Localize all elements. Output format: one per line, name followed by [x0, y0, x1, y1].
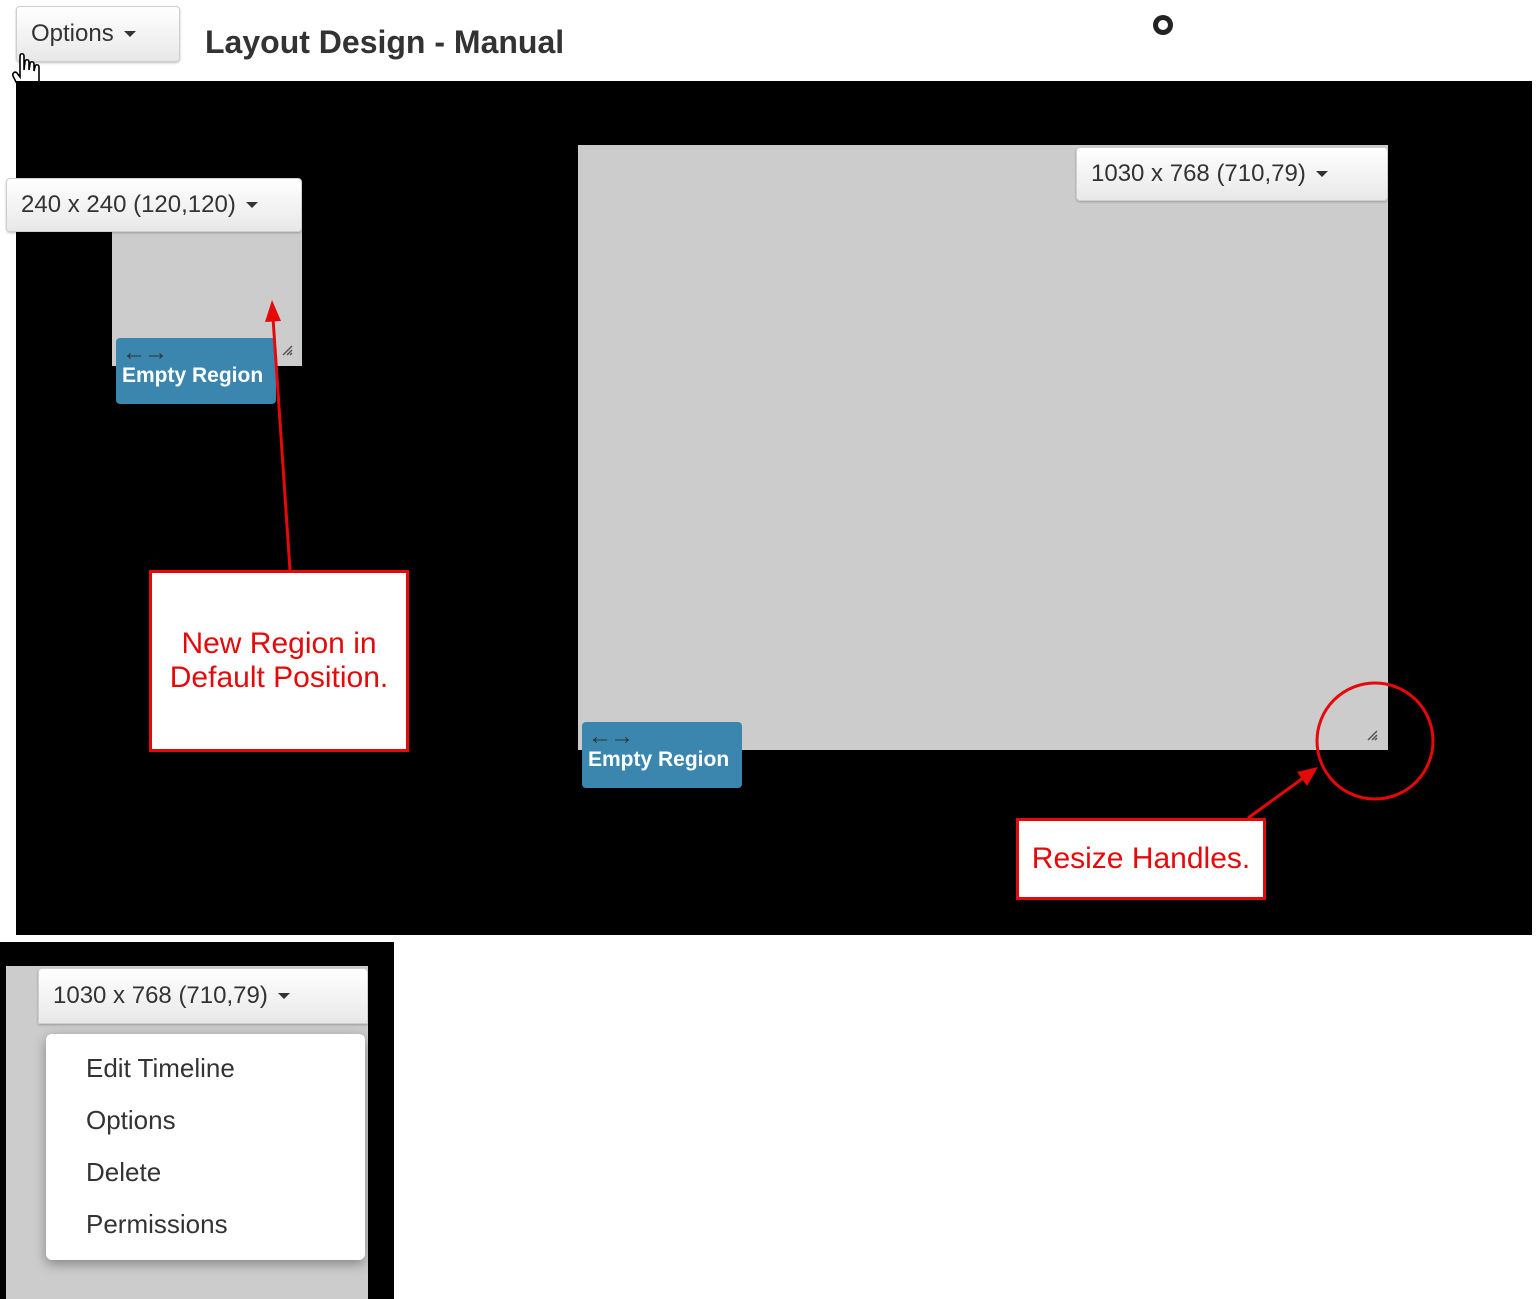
menu-item-edit-timeline[interactable]: Edit Timeline [46, 1042, 365, 1094]
arrowhead-icon [265, 300, 281, 322]
region-dropdown-menu: Edit Timeline Options Delete Permissions [46, 1034, 365, 1260]
menu-item-permissions[interactable]: Permissions [46, 1198, 365, 1250]
inset-dims-label: 1030 x 768 (710,79) [53, 982, 268, 1009]
menu-item-delete[interactable]: Delete [46, 1146, 365, 1198]
annotation-arrow-new-region [271, 317, 292, 571]
annotation-arrow-resize [1247, 774, 1307, 820]
chevron-down-icon [277, 993, 290, 999]
arrowhead-icon [1297, 767, 1318, 786]
annotation-circle [1315, 681, 1435, 801]
inset-dims-button[interactable]: 1030 x 768 (710,79) [38, 968, 368, 1024]
menu-item-options[interactable]: Options [46, 1094, 365, 1146]
